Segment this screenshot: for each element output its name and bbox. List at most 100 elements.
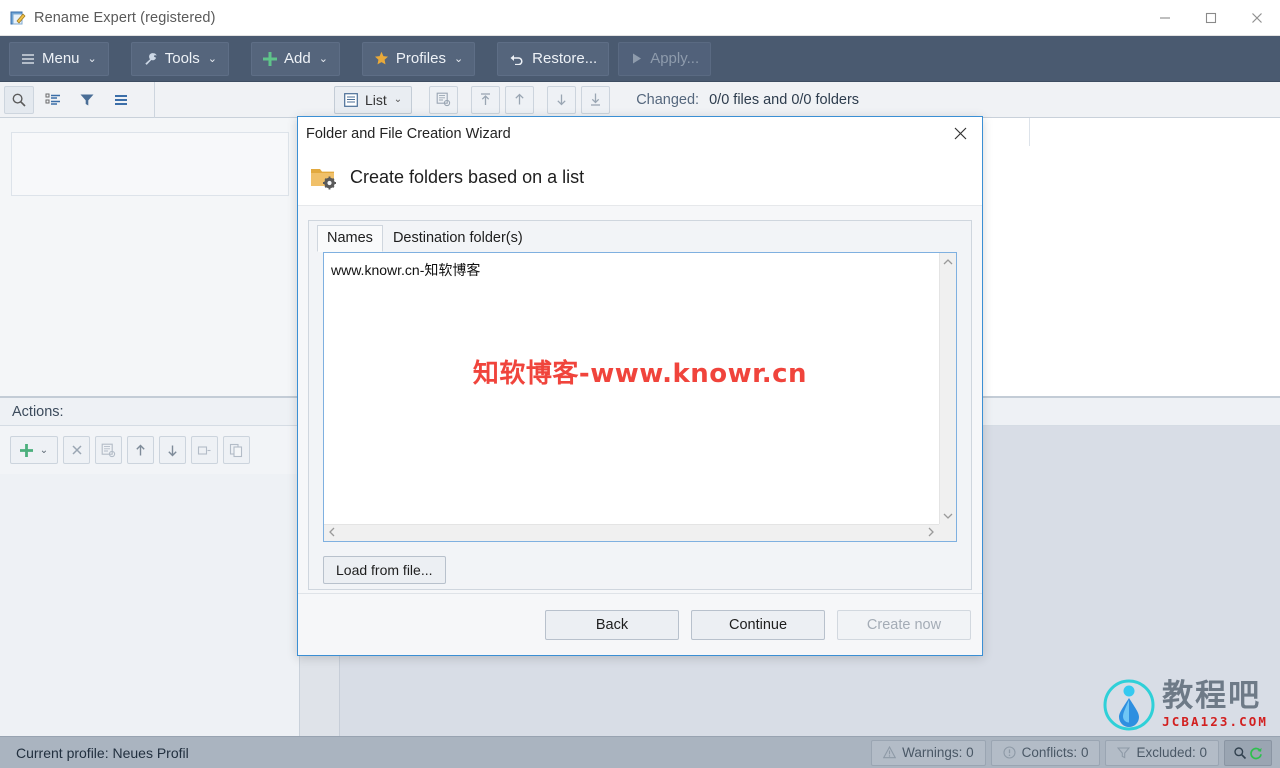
main-toolbar: Menu ⌄ Tools ⌄ Add ⌄ Profiles ⌄ Restore.… <box>0 36 1280 82</box>
move-up-icon[interactable] <box>505 85 535 114</box>
hamburger-icon <box>21 53 35 65</box>
status-indicators: Warnings: 0 Conflicts: 0 Excluded: 0 <box>871 737 1280 768</box>
editor-vertical-scrollbar[interactable] <box>939 253 956 524</box>
conflict-icon <box>1003 746 1016 759</box>
list-view-icon <box>344 92 358 107</box>
search-refresh-button[interactable] <box>1224 739 1272 766</box>
status-bar: Current profile: Neues Profil Warnings: … <box>0 736 1280 768</box>
excluded-indicator[interactable]: Excluded: 0 <box>1105 739 1219 766</box>
tab-names[interactable]: Names <box>317 225 383 252</box>
menu-button[interactable]: Menu ⌄ <box>9 41 109 76</box>
brand-watermark: 教程吧 JCBA123.COM <box>1102 678 1268 732</box>
image-watermark: 知软博客-www.knowr.cn <box>472 359 808 389</box>
actions-label: Actions: <box>12 403 64 420</box>
actions-header: Actions: <box>0 398 300 426</box>
copy-action-button[interactable] <box>223 436 250 464</box>
scroll-up-icon[interactable] <box>940 253 956 270</box>
dialog-close-button[interactable] <box>938 117 982 150</box>
rename-action-button[interactable] <box>191 436 218 464</box>
dialog-title-bar: Folder and File Creation Wizard <box>298 117 982 150</box>
load-from-file-label: Load from file... <box>336 562 433 578</box>
toolbar-divider <box>154 81 155 118</box>
move-action-down-button[interactable] <box>159 436 186 464</box>
chevron-down-icon: ⌄ <box>87 53 97 65</box>
remove-action-button[interactable] <box>63 436 90 464</box>
warnings-indicator[interactable]: Warnings: 0 <box>871 739 986 766</box>
play-icon <box>630 52 643 65</box>
chevron-down-icon: ⌄ <box>453 53 464 65</box>
back-button[interactable]: Back <box>545 609 679 640</box>
edit-action-button[interactable] <box>95 436 122 464</box>
move-action-up-button[interactable] <box>127 436 154 464</box>
tab-destination-folders-label: Destination folder(s) <box>392 230 523 246</box>
left-panel-fill <box>0 474 300 738</box>
apply-button[interactable]: Apply... <box>618 41 712 76</box>
names-editor-value: www.knowr.cn-知软博客 <box>331 262 481 278</box>
settings-list-icon[interactable] <box>429 85 459 114</box>
water-drop-logo-icon <box>1102 678 1156 732</box>
create-now-button-label: Create now <box>866 616 942 633</box>
names-group: Names Destination folder(s) www.knowr.cn… <box>308 220 972 590</box>
refresh-icon <box>1249 746 1263 760</box>
scroll-left-icon[interactable] <box>328 527 336 539</box>
conflicts-indicator[interactable]: Conflicts: 0 <box>990 739 1101 766</box>
create-now-button[interactable]: Create now <box>837 609 971 640</box>
tools-button-label: Tools <box>164 50 200 67</box>
move-to-top-icon[interactable] <box>471 85 501 114</box>
close-button[interactable] <box>1234 0 1280 36</box>
add-button[interactable]: Add ⌄ <box>251 41 340 76</box>
current-profile-label: Current profile: Neues Profil <box>16 744 189 761</box>
profiles-button-label: Profiles <box>395 50 446 67</box>
chevron-down-icon: ⌄ <box>318 53 328 65</box>
column-divider <box>1029 118 1030 146</box>
window-controls <box>1142 0 1280 36</box>
restore-button[interactable]: Restore... <box>497 41 610 76</box>
dialog-footer: Back Continue Create now <box>298 593 982 655</box>
folder-file-creation-wizard-dialog: Folder and File Creation Wizard Create f… <box>297 116 983 656</box>
list-lines-icon[interactable] <box>106 86 136 114</box>
plus-icon <box>263 51 277 66</box>
chevron-down-icon: ⌄ <box>207 53 217 65</box>
move-to-bottom-icon[interactable] <box>581 85 611 114</box>
folder-settings-icon <box>310 166 338 190</box>
tree-list-icon[interactable] <box>38 86 68 114</box>
editor-horizontal-scrollbar[interactable] <box>324 524 939 541</box>
window-title: Rename Expert (registered) <box>34 9 216 26</box>
view-mode-button[interactable]: List ⌄ <box>334 85 413 114</box>
continue-button[interactable]: Continue <box>691 609 825 640</box>
continue-button-label: Continue <box>728 616 788 633</box>
load-from-file-button[interactable]: Load from file... <box>323 556 446 584</box>
apply-button-label: Apply... <box>650 50 700 67</box>
tab-destination-folders[interactable]: Destination folder(s) <box>383 225 533 252</box>
secondary-toolbar: List ⌄ Changed: 0/0 files and 0/0 folder… <box>0 81 1280 118</box>
star-icon <box>374 51 389 66</box>
changed-value: 0/0 files and 0/0 folders <box>709 91 860 108</box>
dialog-tabs: Names Destination folder(s) <box>317 221 957 252</box>
move-down-icon[interactable] <box>547 85 577 114</box>
add-action-button[interactable]: ⌄ <box>10 436 58 464</box>
excluded-label: Excluded: 0 <box>1136 745 1207 760</box>
actions-toolbar: ⌄ <box>0 426 300 474</box>
changed-status: Changed: 0/0 files and 0/0 folders <box>636 92 859 108</box>
back-button-label: Back <box>595 616 629 633</box>
scroll-right-icon[interactable] <box>927 527 935 539</box>
names-editor[interactable]: www.knowr.cn-知软博客 知软博客-www.knowr.cn <box>323 252 957 542</box>
search-icon[interactable] <box>4 85 34 114</box>
brand-domain: JCBA123.COM <box>1162 713 1268 729</box>
profiles-button[interactable]: Profiles ⌄ <box>361 41 476 76</box>
warnings-label: Warnings: 0 <box>902 745 974 760</box>
maximize-button[interactable] <box>1188 0 1234 36</box>
filter-icon[interactable] <box>72 86 102 114</box>
filter-icon <box>1117 746 1131 759</box>
tools-button[interactable]: Tools ⌄ <box>130 41 229 76</box>
minimize-button[interactable] <box>1142 0 1188 36</box>
title-bar: Rename Expert (registered) <box>0 0 1280 36</box>
add-button-label: Add <box>284 50 311 67</box>
brand-text: 教程吧 JCBA123.COM <box>1162 681 1268 729</box>
plus-icon <box>19 443 33 457</box>
chevron-down-icon: ⌄ <box>39 444 49 456</box>
search-icon <box>1233 746 1247 760</box>
left-panel-box <box>11 132 289 196</box>
scroll-down-icon[interactable] <box>940 507 956 524</box>
left-panel <box>0 118 300 398</box>
